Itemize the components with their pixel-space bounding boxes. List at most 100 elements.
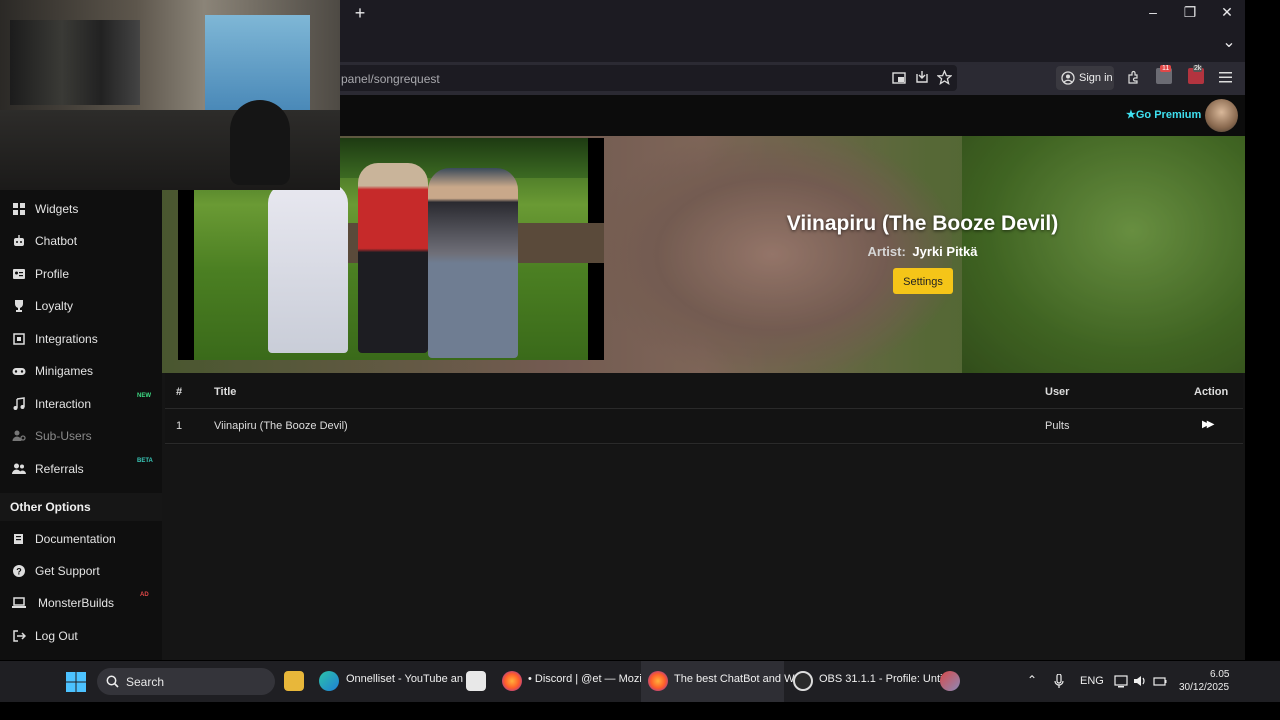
now-playing-artist-row: Artist: Jyrki Pitkä [835,244,1010,259]
screen-bottom-border [0,702,1280,720]
tab-list-button[interactable]: ⌄ [1219,33,1239,53]
settings-button[interactable]: Settings [893,268,953,294]
battery-icon[interactable] [1153,674,1167,688]
sidebar-item-minigames[interactable]: Minigames [0,358,162,386]
extension-ublock-icon[interactable]: 2k [1188,65,1204,84]
users-cog-icon [12,430,26,441]
volume-icon[interactable] [1133,674,1147,688]
save-to-pocket-icon[interactable] [915,70,929,84]
users-icon [12,463,26,474]
sidebar-item-monsterbuilds[interactable]: MonsterBuilds AD [0,590,162,618]
sidebar-item-get-support[interactable]: ? Get Support [0,558,162,586]
network-icon[interactable] [1114,674,1128,688]
sidebar-item-label: Sub-Users [35,429,92,443]
video-person-left [268,183,348,353]
taskbar-search-box[interactable]: Search [97,668,275,695]
go-premium-link[interactable]: ★Go Premium [1126,108,1201,121]
sidebar-item-documentation[interactable]: Documentation [0,526,162,554]
webcam-overlay [0,0,340,190]
sidebar-item-interaction[interactable]: Interaction NEW [0,391,162,419]
song-queue-table: # Title User Action 1 Viinapiru (The Boo… [165,373,1243,445]
user-avatar[interactable] [1205,99,1238,132]
restore-button[interactable]: ❐ [1179,2,1201,22]
account-icon [1061,71,1075,85]
laptop-icon [12,597,26,608]
other-options-heading: Other Options [10,500,91,514]
webcam-person [230,100,290,185]
sidebar-item-chatbot[interactable]: Chatbot [0,228,162,256]
book-icon [14,534,23,544]
file-explorer-icon[interactable] [284,671,304,691]
extension-shield-icon[interactable]: 11 [1156,65,1172,84]
extensions-icon[interactable] [1126,70,1140,84]
sidebar-item-widgets[interactable]: Widgets [0,196,162,224]
clock-time[interactable]: 6.05 [1210,669,1229,680]
row-divider [165,443,1243,444]
sidebar-item-referrals[interactable]: Referrals BETA [0,456,162,484]
row-title: Viinapiru (The Booze Devil) [214,420,348,432]
id-card-icon [13,269,25,279]
column-header-user: User [1045,386,1070,398]
picture-in-picture-icon[interactable] [892,71,906,85]
go-premium-label: Go Premium [1135,109,1202,121]
artist-name: Jyrki Pitkä [912,244,978,259]
taskbar-app-youtube[interactable]: Onnelliset - YouTube an [346,673,463,685]
taskbar-app-discord[interactable]: • Discord | @et — Mozil [528,673,644,685]
trophy-icon [15,300,23,312]
row-user: Pults [1045,420,1070,432]
sidebar-item-sub-users[interactable]: Sub-Users [0,423,162,451]
hamburger-menu-icon[interactable] [1219,71,1232,83]
sidebar-item-label: Interaction [35,397,92,411]
sidebar-item-label: Chatbot [35,234,78,248]
webcam-clothes [10,20,140,105]
sidebar-item-label: Log Out [35,629,78,643]
sidebar-item-label: Documentation [35,532,116,546]
question-icon: ? [13,565,25,577]
windows-start-icon[interactable] [66,672,86,692]
minimize-button[interactable]: – [1142,2,1164,22]
pinned-app-icon[interactable] [940,671,960,691]
store-icon[interactable] [466,671,486,691]
new-tab-button[interactable]: + [350,3,370,23]
star-icon: ★ [1126,109,1136,121]
firefox-active-icon[interactable] [648,671,668,691]
svg-text:?: ? [16,567,22,577]
beta-badge: BETA [137,458,153,464]
extension-badge-count-2: 2k [1193,65,1203,72]
video-person-right [428,168,518,358]
sidebar-item-log-out[interactable]: Log Out [0,623,162,651]
sidebar-item-integrations[interactable]: Integrations [0,326,162,354]
ad-badge: AD [140,592,149,598]
logout-icon [13,630,26,642]
plug-icon [13,333,25,345]
extension-badge-count: 11 [1160,65,1172,72]
url-text[interactable]: panel/songrequest [341,72,440,86]
sidebar-item-profile[interactable]: Profile [0,261,162,289]
sidebar-item-label: Profile [35,267,70,281]
sidebar-item-label: MonsterBuilds [38,596,115,610]
edge-browser-icon[interactable] [319,671,339,691]
sidebar-item-label: Minigames [35,364,94,378]
obs-icon[interactable] [793,671,813,691]
taskbar-app-chatbot[interactable]: The best ChatBot and W [674,673,794,685]
music-icon [13,397,25,410]
video-person-middle [358,163,428,353]
new-badge: NEW [137,393,151,399]
show-hidden-icons-chevron-icon[interactable]: ⌃ [1027,673,1037,687]
sidebar-item-label: Widgets [35,202,79,216]
clock-date[interactable]: 30/12/2025 [1179,682,1229,693]
search-placeholder: Search [126,675,165,689]
column-header-title: Title [214,386,237,398]
microphone-icon[interactable] [1054,674,1064,689]
bookmark-star-icon[interactable] [937,70,952,85]
firefox-icon[interactable] [502,671,522,691]
skip-forward-icon[interactable]: ▶▶ [1202,419,1215,430]
sign-in-button[interactable]: Sign in [1056,66,1114,90]
taskbar-app-obs[interactable]: OBS 31.1.1 - Profile: Unti [819,673,943,685]
column-header-number: # [176,386,183,398]
language-indicator[interactable]: ENG [1080,675,1104,687]
close-window-button[interactable]: ✕ [1216,2,1238,22]
sidebar-item-label: Get Support [35,564,100,578]
sidebar-item-loyalty[interactable]: Loyalty [0,293,162,321]
gamepad-icon [12,368,26,375]
